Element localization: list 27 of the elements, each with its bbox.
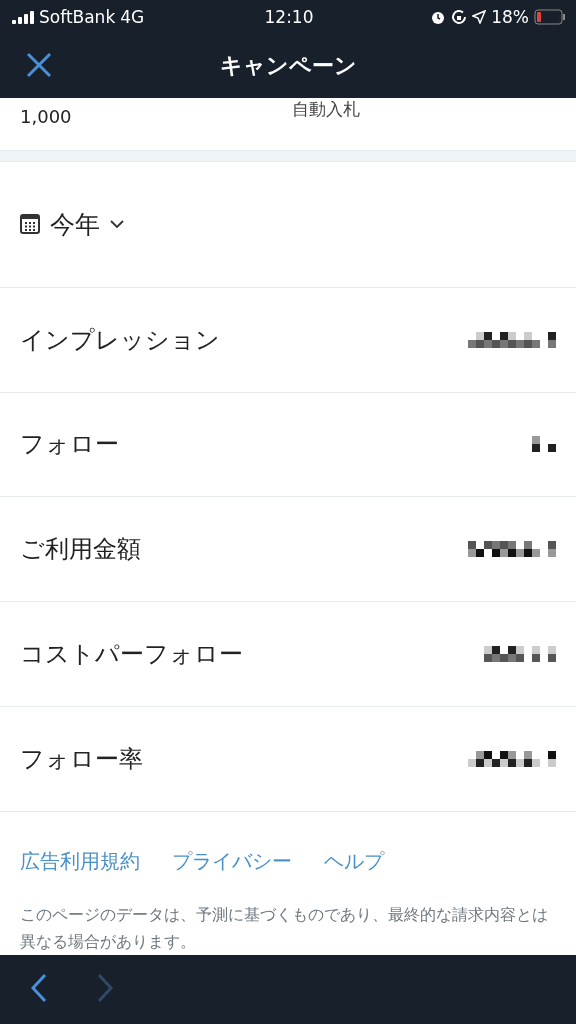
battery-percentage: 18% — [491, 7, 529, 27]
network-type: 4G — [120, 7, 145, 27]
battery-icon — [534, 9, 566, 25]
chevron-left-icon — [30, 972, 48, 1003]
footer-link[interactable]: ヘルプ — [324, 848, 384, 876]
rotation-lock-icon — [451, 9, 468, 25]
close-icon — [26, 51, 52, 78]
signal-icon — [12, 10, 34, 24]
chevron-right-icon — [96, 972, 114, 1003]
footer-link[interactable]: プライバシー — [172, 848, 292, 876]
budget-value: 1,000 — [20, 105, 72, 127]
location-arrow-icon — [472, 10, 487, 24]
carrier-name: SoftBank — [39, 7, 116, 27]
disclaimer-text: このページのデータは、予測に基づくものであり、最終的な請求内容とは異なる場合があります。 — [20, 904, 549, 954]
date-range-dropdown[interactable]: 今年 — [20, 207, 124, 241]
alarm-clock-icon — [430, 9, 447, 25]
metric-label: インプレッション — [20, 324, 220, 356]
metric-label: ご利用金額 — [20, 534, 141, 566]
footer-link[interactable]: 広告利用規約 — [20, 848, 140, 876]
metric-label: フォロー率 — [20, 744, 143, 776]
clock: 12:10 — [264, 7, 314, 27]
metric-label: コストパーフォロー — [20, 639, 243, 671]
chevron-down-icon — [110, 219, 124, 229]
bid-type: 自動入札 — [292, 97, 360, 121]
page-title: キャンペーン — [219, 51, 357, 80]
calendar-icon — [20, 214, 40, 235]
metric-label: フォロー — [20, 429, 119, 461]
